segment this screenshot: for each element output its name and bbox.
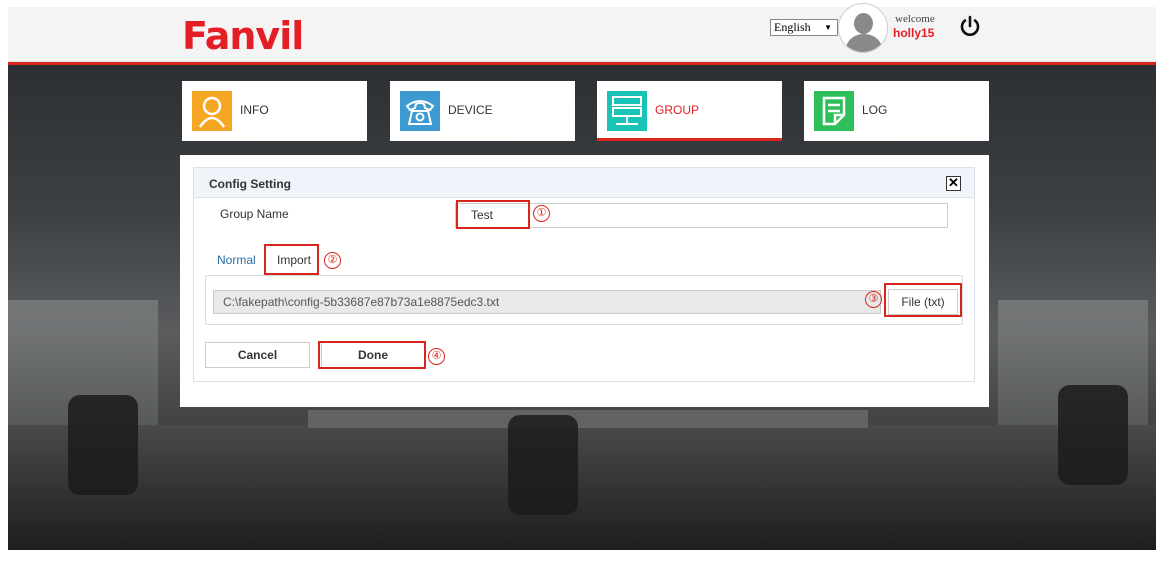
avatar[interactable] <box>838 3 888 53</box>
tab-log[interactable]: LOG <box>804 81 989 141</box>
power-icon[interactable] <box>958 15 982 39</box>
language-select-value: English <box>774 20 811 34</box>
avatar-body <box>846 34 882 52</box>
annotation-4: ④ <box>428 348 445 365</box>
group-name-label: Group Name <box>220 207 289 221</box>
tab-info[interactable]: INFO <box>182 81 367 141</box>
highlight-done-button <box>318 341 426 369</box>
dialog-header: Config Setting ✕ <box>194 168 974 198</box>
highlight-group-name <box>456 200 530 229</box>
annotation-1: ① <box>533 205 550 222</box>
tab-group[interactable]: GROUP <box>597 81 782 141</box>
fanvil-logo: Fanvil <box>182 14 304 58</box>
annotation-2: ② <box>324 252 341 269</box>
background-chair <box>68 395 138 495</box>
background-floor <box>8 425 1156 550</box>
background-chair <box>508 415 578 515</box>
tab-device[interactable]: DEVICE <box>390 81 575 141</box>
close-icon[interactable]: ✕ <box>946 176 961 191</box>
tab-device-label: DEVICE <box>448 103 493 117</box>
dialog-title: Config Setting <box>209 177 291 191</box>
welcome-text: welcome <box>895 13 935 25</box>
tab-normal[interactable]: Normal <box>217 253 256 267</box>
top-header: Fanvil <box>8 7 1156 62</box>
username: holly15 <box>893 26 935 40</box>
background-chair <box>1058 385 1128 485</box>
log-icon <box>814 91 854 131</box>
phone-icon <box>400 91 440 131</box>
highlight-file-button <box>884 283 962 317</box>
avatar-head <box>854 13 873 34</box>
tab-group-label: GROUP <box>655 103 700 117</box>
server-icon <box>607 91 647 131</box>
cancel-button[interactable]: Cancel <box>205 342 310 368</box>
tab-log-label: LOG <box>862 103 888 117</box>
annotation-3: ③ <box>865 291 882 308</box>
highlight-import-tab <box>264 244 319 275</box>
tab-info-label: INFO <box>240 103 269 117</box>
background-table <box>308 410 868 428</box>
language-select[interactable]: English ▼ <box>770 19 838 36</box>
chevron-down-icon: ▼ <box>824 23 832 32</box>
user-icon <box>192 91 232 131</box>
file-path-field: C:\fakepath\config-5b33687e87b73a1e8875e… <box>213 290 881 314</box>
